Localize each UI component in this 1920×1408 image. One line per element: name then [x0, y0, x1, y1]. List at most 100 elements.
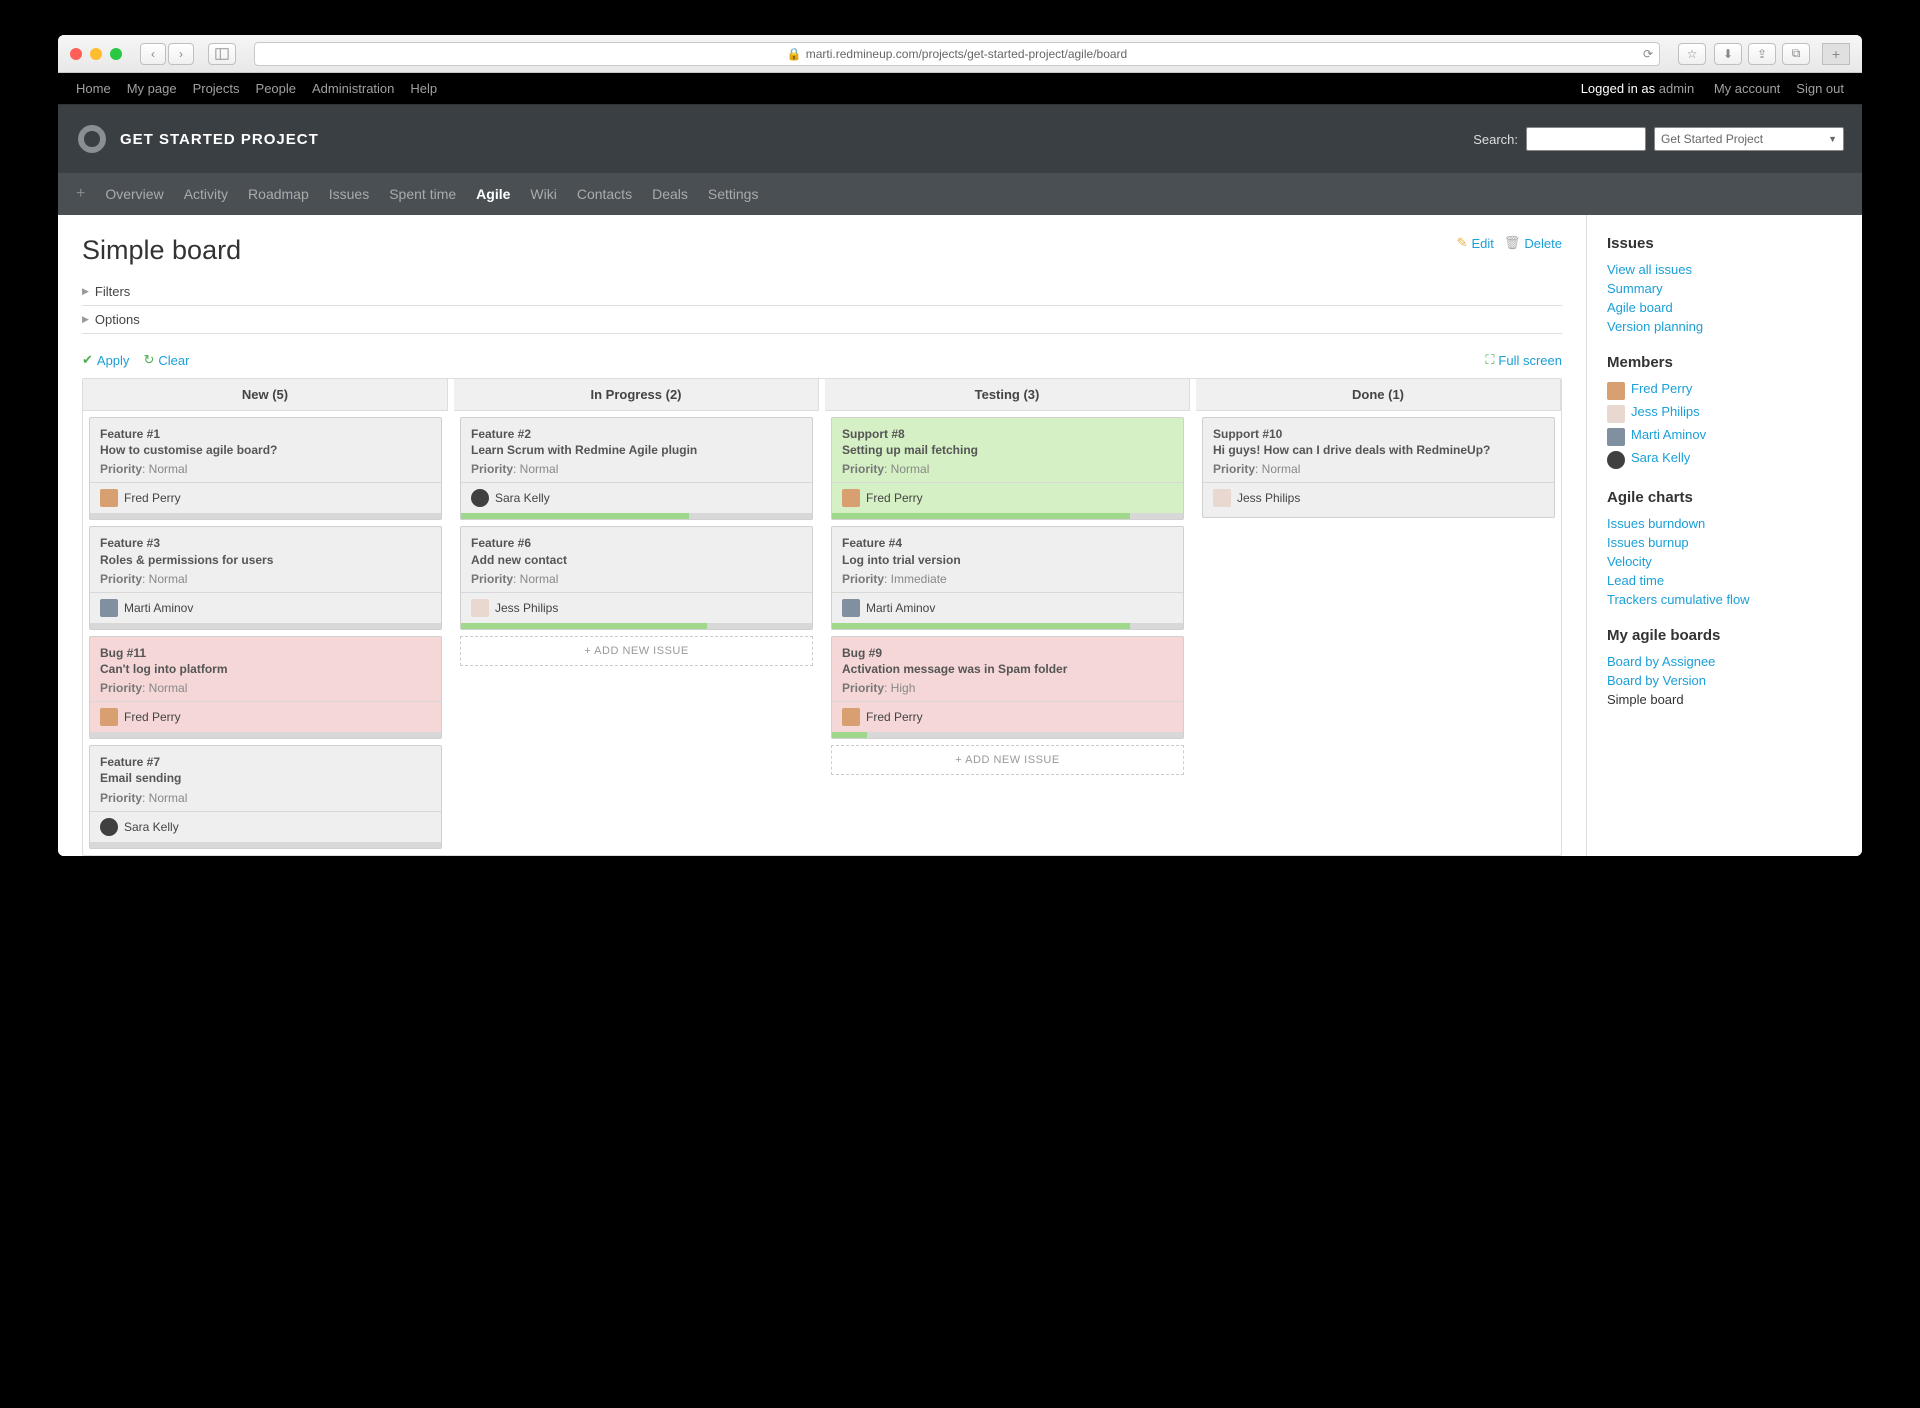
topnav-link-sign-out[interactable]: Sign out [1796, 81, 1844, 96]
issue-card[interactable]: Feature #4Log into trial versionPriority… [831, 526, 1184, 629]
card-id: Support #8 [842, 426, 1173, 442]
topnav-link-administration[interactable]: Administration [312, 81, 394, 96]
agile-board: New (5) Feature #1How to customise agile … [82, 378, 1562, 856]
search-input[interactable] [1526, 127, 1646, 151]
sidebar-charts-link[interactable]: Issues burnup [1607, 535, 1842, 550]
edit-link[interactable]: ✎Edit [1457, 235, 1494, 251]
sidebar-boards-link[interactable]: Board by Version [1607, 673, 1842, 688]
sidebar-issues-link[interactable]: Agile board [1607, 300, 1842, 315]
mainnav-link-overview[interactable]: Overview [105, 186, 163, 202]
clear-link[interactable]: ↻Clear [143, 352, 189, 368]
card-priority: Priority: Normal [100, 572, 431, 586]
avatar-icon [471, 489, 489, 507]
project-name[interactable]: GET STARTED PROJECT [120, 131, 319, 148]
reload-icon[interactable]: ⟳ [1643, 47, 1653, 61]
tabs-button[interactable]: ⧉ [1782, 43, 1810, 65]
avatar-icon [100, 818, 118, 836]
mainnav-link-deals[interactable]: Deals [652, 186, 688, 202]
avatar-icon [1607, 428, 1625, 446]
mainnav-link-wiki[interactable]: Wiki [530, 186, 556, 202]
share-button[interactable]: ⇪ [1748, 43, 1776, 65]
sidebar-charts-link[interactable]: Trackers cumulative flow [1607, 592, 1842, 607]
sidebar-member: Sara Kelly [1607, 450, 1842, 469]
assignee-name: Sara Kelly [495, 491, 550, 505]
issue-card[interactable]: Support #8Setting up mail fetchingPriori… [831, 417, 1184, 520]
delete-link[interactable]: 🗑Delete [1504, 235, 1562, 251]
app: Home My page Projects People Administration H… [58, 73, 1862, 856]
issue-card[interactable]: Feature #7Email sendingPriority: NormalS… [89, 745, 442, 848]
sidebar-issues-link[interactable]: Version planning [1607, 319, 1842, 334]
sidebar: Issues View all issuesSummaryAgile board… [1587, 215, 1862, 856]
card-title: Can't log into platform [100, 661, 431, 677]
downloads-button[interactable]: ⬇ [1714, 43, 1742, 65]
column-body: Feature #1How to customise agile board?P… [83, 411, 448, 855]
back-button[interactable]: ‹ [140, 43, 166, 65]
page-title: Simple board [82, 235, 241, 266]
sidebar-issues-link[interactable]: Summary [1607, 281, 1842, 296]
mainnav-link-activity[interactable]: Activity [184, 186, 228, 202]
issue-card[interactable]: Feature #3Roles & permissions for usersP… [89, 526, 442, 629]
url-bar[interactable]: 🔒 marti.redmineup.com/projects/get-start… [254, 42, 1660, 66]
issue-card[interactable]: Feature #1How to customise agile board?P… [89, 417, 442, 520]
issue-card[interactable]: Feature #6Add new contactPriority: Norma… [460, 526, 813, 629]
assignee-name: Fred Perry [124, 710, 181, 724]
member-link[interactable]: Marti Aminov [1631, 427, 1706, 442]
topnav-link-my-account[interactable]: My account [1714, 81, 1780, 96]
mainnav-link-agile[interactable]: Agile [476, 186, 510, 202]
topnav-link-projects[interactable]: Projects [193, 81, 240, 96]
assignee-name: Fred Perry [866, 710, 923, 724]
mainnav-link-issues[interactable]: Issues [329, 186, 369, 202]
query-actions: ✔Apply ↻Clear ⛶ Full screen [82, 352, 1562, 368]
card-id: Bug #9 [842, 645, 1173, 661]
new-tab-button[interactable]: + [1822, 43, 1850, 65]
filters-toggle[interactable]: ▶ Filters [82, 278, 1562, 306]
column-header: Testing (3) [825, 379, 1190, 411]
sidebar-issues-link[interactable]: View all issues [1607, 262, 1842, 277]
sidebar-members-heading: Members [1607, 354, 1842, 371]
maximize-window-icon[interactable] [110, 48, 122, 60]
topnav-link-people[interactable]: People [256, 81, 296, 96]
forward-button[interactable]: › [168, 43, 194, 65]
topnav-link-home[interactable]: Home [76, 81, 111, 96]
member-link[interactable]: Sara Kelly [1631, 450, 1690, 465]
issue-card[interactable]: Support #10Hi guys! How can I drive deal… [1202, 417, 1555, 518]
issue-card[interactable]: Bug #11Can't log into platformPriority: … [89, 636, 442, 739]
new-item-button[interactable]: + [76, 185, 85, 203]
fullscreen-link[interactable]: ⛶ Full screen [1485, 352, 1562, 368]
apply-link[interactable]: ✔Apply [82, 352, 129, 368]
mainnav-link-roadmap[interactable]: Roadmap [248, 186, 309, 202]
sidebar-boards-link[interactable]: Board by Assignee [1607, 654, 1842, 669]
topnav-link-help[interactable]: Help [410, 81, 437, 96]
board-column: Done (1)Support #10Hi guys! How can I dr… [1196, 379, 1561, 855]
sidebar-charts-link[interactable]: Lead time [1607, 573, 1842, 588]
card-progress [832, 732, 1183, 738]
card-priority: Priority: Immediate [842, 572, 1173, 586]
card-progress [90, 842, 441, 848]
mainnav-link-contacts[interactable]: Contacts [577, 186, 632, 202]
mainnav-link-settings[interactable]: Settings [708, 186, 759, 202]
assignee-name: Marti Aminov [124, 601, 193, 615]
issue-card[interactable]: Bug #9Activation message was in Spam fol… [831, 636, 1184, 739]
sidebar-charts-link[interactable]: Issues burndown [1607, 516, 1842, 531]
avatar-icon [1607, 382, 1625, 400]
sidebar-charts-link[interactable]: Velocity [1607, 554, 1842, 569]
close-window-icon[interactable] [70, 48, 82, 60]
minimize-window-icon[interactable] [90, 48, 102, 60]
topnav-link-my-page[interactable]: My page [127, 81, 177, 96]
project-select[interactable]: Get Started Project ▼ [1654, 127, 1844, 151]
options-toggle[interactable]: ▶ Options [82, 306, 1562, 334]
assignee-name: Jess Philips [495, 601, 558, 615]
card-priority: Priority: Normal [100, 462, 431, 476]
column-header: New (5) [83, 379, 448, 411]
issue-card[interactable]: Feature #2Learn Scrum with Redmine Agile… [460, 417, 813, 520]
lock-icon: 🔒 [787, 47, 802, 61]
card-assignee: Jess Philips [471, 599, 802, 623]
member-link[interactable]: Fred Perry [1631, 381, 1692, 396]
sidebar-toggle-button[interactable] [208, 43, 236, 65]
member-link[interactable]: Jess Philips [1631, 404, 1700, 419]
mainnav-link-spent-time[interactable]: Spent time [389, 186, 456, 202]
bookmark-button[interactable]: ☆ [1678, 43, 1706, 65]
add-issue-button[interactable]: + ADD NEW ISSUE [831, 745, 1184, 775]
sidebar-member: Fred Perry [1607, 381, 1842, 400]
add-issue-button[interactable]: + ADD NEW ISSUE [460, 636, 813, 666]
